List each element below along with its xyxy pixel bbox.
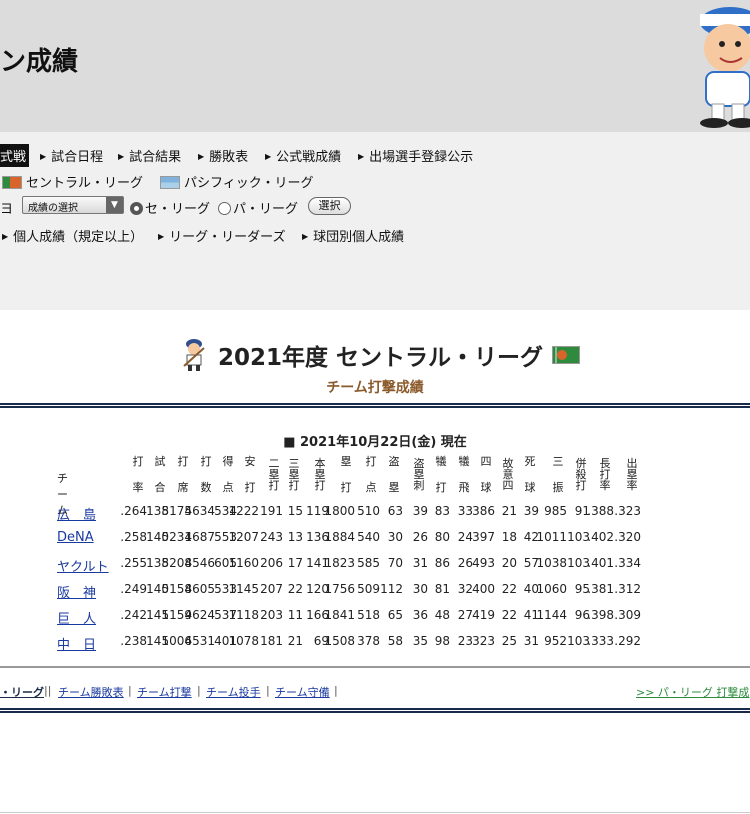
nav-official-stats[interactable]: ▶ 公式戦成績 <box>265 146 341 165</box>
separator: | <box>197 684 201 697</box>
stats-select[interactable]: 成績の選択 ▼ <box>22 196 124 214</box>
footer-link-batting[interactable]: チーム打撃 <box>137 684 192 700</box>
selector-label: ヨ <box>0 202 14 217</box>
radio-checked-icon <box>130 202 143 215</box>
triangle-icon: ▶ <box>118 152 125 161</box>
separator: | <box>334 684 338 697</box>
central-flag-icon <box>552 346 581 364</box>
nav-schedule[interactable]: ▶ 試合日程 <box>40 146 103 165</box>
radio-pacific[interactable]: パ・リーグ <box>218 198 298 217</box>
stat-cell: .323 <box>614 504 641 518</box>
nav-results[interactable]: ▶ 試合結果 <box>118 146 181 165</box>
divider <box>0 708 750 713</box>
triangle-icon: ▶ <box>158 232 165 241</box>
column-header: 盗塁刺 <box>413 457 425 492</box>
separator: | <box>128 684 132 697</box>
select-button[interactable]: 選択 <box>308 197 351 215</box>
as-of-date: ■ 2021年10月22日(金) 現在 <box>283 435 467 450</box>
column-header: 故意四 <box>502 457 514 492</box>
nav-current[interactable]: 式戦 <box>0 144 30 167</box>
content-title: 2021年度 セントラル・リーグ <box>180 338 581 372</box>
header-bar: ン成績 <box>0 0 750 132</box>
nav-team-individual-stats[interactable]: ▶ 球団別個人成績 <box>302 226 404 245</box>
nav-individual-stats[interactable]: ▶ 個人成績（規定以上） <box>2 226 143 245</box>
column-header: 長打率 <box>599 457 611 492</box>
column-header: 打率 <box>132 455 144 494</box>
column-header: 打数 <box>200 455 212 494</box>
triangle-icon: ▶ <box>302 232 309 241</box>
column-header: 本塁打 <box>314 457 326 492</box>
stat-cell: .312 <box>614 582 641 596</box>
nav-standings[interactable]: ▶ 勝敗表 <box>198 146 248 165</box>
column-header: 併殺打 <box>575 457 587 492</box>
column-header: 安打 <box>244 455 256 494</box>
column-header: 二塁打 <box>268 457 280 492</box>
footer-current[interactable]: ・リーグ <box>0 684 44 700</box>
separator: | <box>266 684 270 697</box>
mascot-image <box>700 7 750 128</box>
column-header: 死球 <box>524 455 536 494</box>
column-header: 打点 <box>365 455 377 494</box>
radio-central[interactable]: セ・リーグ <box>130 198 210 217</box>
page-title: ン成績 <box>0 47 79 77</box>
divider <box>0 812 750 813</box>
column-header: 犠飛 <box>458 455 470 494</box>
chevron-down-icon: ▼ <box>106 197 123 213</box>
nav-league-leaders[interactable]: ▶ リーグ・リーダーズ <box>158 226 286 245</box>
stat-cell: .292 <box>614 634 641 648</box>
column-header: 試合 <box>154 455 166 494</box>
triangle-icon: ▶ <box>40 152 47 161</box>
column-header: 三塁打 <box>288 457 300 492</box>
divider <box>0 666 750 668</box>
triangle-icon: ▶ <box>265 152 272 161</box>
nav-central-league[interactable]: セントラル・リーグ <box>2 172 143 191</box>
column-header: 塁打 <box>340 455 352 494</box>
stat-cell: .309 <box>614 608 641 622</box>
radio-unchecked-icon <box>218 202 231 215</box>
footer-link-standings[interactable]: チーム勝敗表 <box>58 684 124 700</box>
column-header: 得点 <box>222 455 234 494</box>
column-header: 四球 <box>480 455 492 494</box>
footer-link-pitching[interactable]: チーム投手 <box>206 684 261 700</box>
separator: || <box>44 684 52 697</box>
divider <box>0 403 750 408</box>
stat-cell: .320 <box>614 530 641 544</box>
triangle-icon: ▶ <box>358 152 365 161</box>
triangle-icon: ▶ <box>198 152 205 161</box>
column-header: 打席 <box>177 455 189 494</box>
nav-roster[interactable]: ▶ 出場選手登録公示 <box>358 146 473 165</box>
column-header: 出塁率 <box>626 457 638 492</box>
season-title: 2021年度 セントラル・リーグ <box>218 345 544 371</box>
footer-link-fielding[interactable]: チーム守備 <box>275 684 330 700</box>
triangle-icon: ▶ <box>2 232 9 241</box>
column-header: 三振 <box>552 455 564 494</box>
column-header: 犠打 <box>435 455 447 494</box>
central-flag-icon <box>2 176 22 189</box>
stat-cell: .334 <box>614 556 641 570</box>
pacific-flag-icon <box>160 176 180 189</box>
pacific-batting-link[interactable]: >> パ・リーグ 打撃成 <box>636 684 749 700</box>
page-subtitle: チーム打撃成績 <box>326 380 424 396</box>
nav-pacific-league[interactable]: パシフィック・リーグ <box>160 172 313 191</box>
batter-icon <box>183 339 205 371</box>
column-header: 盗塁 <box>388 455 400 494</box>
